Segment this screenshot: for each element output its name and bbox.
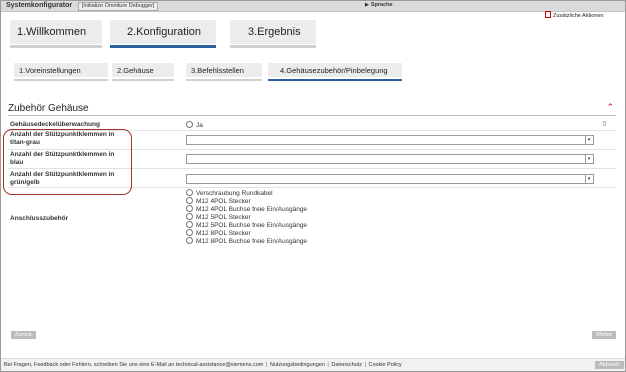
tab-gehaeusezubehoer[interactable]: 4.Gehäusezubehör/Pinbelegung	[268, 63, 402, 81]
section-title: Zubehör Gehäuse	[8, 103, 89, 114]
footer-text: Bei Fragen, Feedback oder Fehlern, schre…	[4, 362, 402, 368]
tab-underline	[268, 79, 402, 81]
footer-cookie-link[interactable]: Cookie Policy	[368, 362, 401, 368]
step-label: 3.Ergebnis	[248, 26, 301, 38]
anschluss-option[interactable]: M12 5POL Stecker	[186, 213, 251, 221]
gruen-select[interactable]: ▾	[186, 174, 594, 184]
option-label: M12 8POL Buchse freie Ein/Ausgänge	[196, 238, 308, 245]
radio-icon	[186, 213, 193, 220]
section-header: Zubehör Gehäuse ⌃	[8, 101, 616, 116]
radio-icon	[186, 221, 193, 228]
chevron-down-icon: ▾	[585, 175, 592, 183]
extra-actions-link[interactable]: Zusätzliche Aktionen	[545, 11, 603, 19]
tab-underline	[14, 79, 108, 81]
step-konfiguration[interactable]: 2.Konfiguration	[110, 20, 216, 48]
triangle-right-icon: ▶	[365, 2, 369, 8]
footer-email-link[interactable]: technical-assistance@siemens.com	[176, 362, 264, 368]
option-label: M12 4POL Buchse freie Ein/Ausgänge	[196, 206, 308, 213]
step-underline	[10, 45, 102, 48]
document-icon	[545, 11, 551, 18]
radio-icon	[186, 189, 193, 196]
step-label: 2.Konfiguration	[127, 26, 201, 38]
footer-separator: |	[362, 362, 368, 368]
footer-privacy-link[interactable]: Datenschutz	[331, 362, 362, 368]
option-label: M12 4POL Stecker	[196, 198, 251, 205]
radio-icon	[186, 237, 193, 244]
radio-icon	[186, 121, 193, 128]
radio-icon	[186, 197, 193, 204]
anschluss-option[interactable]: M12 4POL Stecker	[186, 197, 251, 205]
tab-label: 4.Gehäusezubehör/Pinbelegung	[280, 66, 388, 75]
anschluss-option[interactable]: M12 5POL Buchse freie Ein/Ausgänge	[186, 221, 307, 229]
anschluss-option[interactable]: M12 8POL Stecker	[186, 229, 251, 237]
tab-label: 3.Befehlsstellen	[191, 66, 244, 75]
anschluss-option[interactable]: Verschraubung Rundkabel	[186, 189, 273, 197]
option-label: M12 5POL Stecker	[196, 214, 251, 221]
tab-gehaeuse[interactable]: 2.Gehäuse	[112, 63, 174, 81]
radio-icon	[186, 205, 193, 212]
anschluss-label: Anschlusszubehör	[10, 215, 69, 222]
cancel-button[interactable]: Abbruch	[595, 361, 624, 369]
step-willkommen[interactable]: 1.Willkommen	[10, 20, 102, 48]
titan-select[interactable]: ▾	[186, 135, 594, 145]
chevron-down-icon: ▾	[585, 155, 592, 163]
tab-label: 2.Gehäuse	[117, 66, 154, 75]
extra-actions-label: Zusätzliche Aktionen	[553, 13, 604, 19]
tab-befehlsstellen[interactable]: 3.Befehlsstellen	[186, 63, 262, 81]
footer-terms-link[interactable]: Nutzungsbedingungen	[270, 362, 325, 368]
step-ergebnis[interactable]: 3.Ergebnis	[230, 20, 316, 48]
blau-select[interactable]: ▾	[186, 154, 594, 164]
option-label: Ja	[196, 122, 203, 129]
language-label: Sprache	[370, 2, 393, 8]
language-menu[interactable]: ▶ Sprache	[365, 2, 393, 8]
anschluss-option[interactable]: M12 4POL Buchse freie Ein/Ausgänge	[186, 205, 307, 213]
monitoring-label: Gehäusedeckelüberwachung	[10, 121, 100, 128]
tab-voreinstellungen[interactable]: 1.Voreinstellungen	[14, 63, 108, 81]
tab-underline	[186, 79, 262, 81]
radio-icon	[186, 229, 193, 236]
next-button[interactable]: Weiter	[592, 331, 616, 339]
app-title: Systemkonfigurator	[6, 2, 73, 9]
tab-label: 1.Voreinstellungen	[19, 66, 81, 75]
help-icon[interactable]: ▯	[603, 120, 606, 127]
step-underline	[110, 45, 216, 48]
footer-separator: |	[264, 362, 269, 368]
highlight-outline	[3, 129, 132, 195]
footer: Bei Fragen, Feedback oder Fehlern, schre…	[1, 358, 625, 371]
option-label: M12 8POL Stecker	[196, 230, 251, 237]
debugger-button[interactable]: [initialize Omniture Debugger]	[78, 2, 159, 11]
step-underline	[230, 45, 316, 48]
option-label: Verschraubung Rundkabel	[196, 190, 273, 197]
anschluss-option[interactable]: M12 8POL Buchse freie Ein/Ausgänge	[186, 237, 307, 245]
footer-separator: |	[325, 362, 331, 368]
chevron-down-icon: ▾	[585, 136, 592, 144]
step-label: 1.Willkommen	[17, 26, 87, 38]
top-bar: Systemkonfigurator [initialize Omniture …	[1, 1, 625, 12]
footer-message: Bei Fragen, Feedback oder Fehlern, schre…	[4, 362, 175, 368]
option-label: M12 5POL Buchse freie Ein/Ausgänge	[196, 222, 308, 229]
tab-underline	[112, 79, 174, 81]
back-button[interactable]: Zurück	[11, 331, 36, 339]
monitoring-option-ja[interactable]: Ja	[186, 121, 203, 129]
chevron-up-icon[interactable]: ⌃	[606, 102, 614, 113]
